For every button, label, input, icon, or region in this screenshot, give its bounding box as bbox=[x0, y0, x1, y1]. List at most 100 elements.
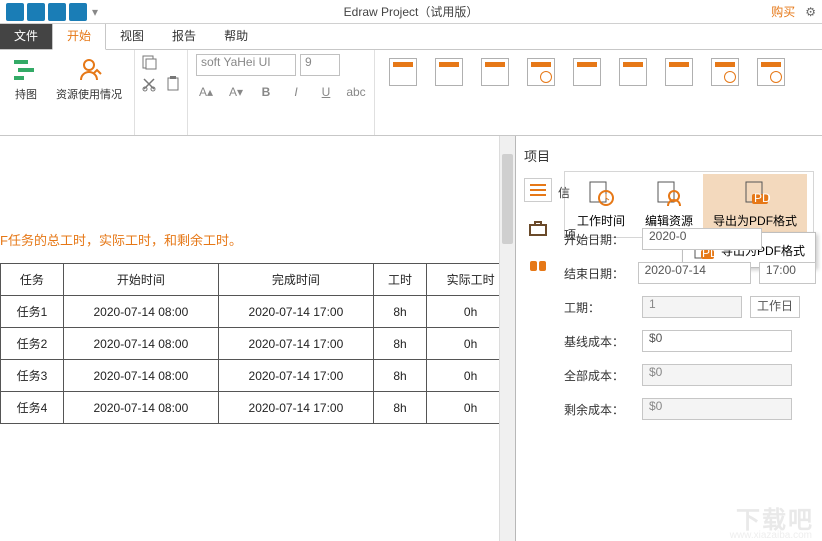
resource-usage-button[interactable]: 资源使用情况 bbox=[52, 54, 126, 104]
end-date-label: 结束日期： bbox=[564, 265, 630, 282]
table-cell: 2020-07-14 08:00 bbox=[63, 392, 218, 424]
baseline-cost-label: 基线成本： bbox=[564, 333, 634, 350]
resource-usage-label: 资源使用情况 bbox=[56, 86, 122, 102]
gantt-label: 持图 bbox=[15, 86, 37, 102]
exportpdf-label: 导出为PDF格式 bbox=[713, 212, 797, 229]
report-caption: F任务的总工时，实际工时，和剩余工时。 bbox=[0, 136, 515, 263]
ribbon: 持图 资源使用情况 soft YaHei UI 9 A▴ A▾ B I U ab… bbox=[0, 50, 822, 136]
tab-report[interactable]: 报告 bbox=[158, 22, 210, 49]
tab-home[interactable]: 开始 bbox=[52, 21, 106, 50]
start-date-input[interactable]: 2020-0 bbox=[642, 228, 762, 250]
copy-icon[interactable] bbox=[141, 54, 157, 70]
baseline-cost-input[interactable]: $0 bbox=[642, 330, 792, 352]
duration-label: 工期： bbox=[564, 299, 634, 316]
info-label: 信 bbox=[558, 184, 570, 201]
project-panel: 项目 信 项 工作时间 编辑资源 PDF 导出为PDF格式 PDF 导出为PD bbox=[516, 136, 822, 541]
exportpdf-button[interactable]: PDF 导出为PDF格式 bbox=[703, 174, 807, 235]
project-form: 开始日期： 2020-0 结束日期： 2020-07-14 17:00 工期： … bbox=[564, 228, 816, 432]
tab-file[interactable]: 文件 bbox=[0, 22, 52, 49]
gallery-item-4[interactable] bbox=[527, 58, 555, 86]
table-row: 任务42020-07-14 08:002020-07-14 17:008h0h bbox=[1, 392, 515, 424]
editres-button[interactable]: 编辑资源 bbox=[635, 174, 703, 235]
gantt-button[interactable]: 持图 bbox=[8, 54, 44, 104]
table-cell: 2020-07-14 17:00 bbox=[218, 296, 373, 328]
gallery-item-1[interactable] bbox=[389, 58, 417, 86]
qat-undo-icon[interactable] bbox=[27, 3, 45, 21]
cut-icon[interactable] bbox=[141, 76, 157, 92]
panel-title: 项目 bbox=[516, 136, 822, 171]
table-header: 任务 bbox=[1, 264, 64, 296]
table-cell: 2020-07-14 17:00 bbox=[218, 328, 373, 360]
paste-icon[interactable] bbox=[165, 76, 181, 92]
person-doc-icon bbox=[654, 180, 684, 208]
bold-icon[interactable]: B bbox=[256, 82, 276, 102]
sidetab-link[interactable] bbox=[524, 254, 552, 278]
table-row: 任务32020-07-14 08:002020-07-14 17:008h0h bbox=[1, 360, 515, 392]
end-time-input[interactable]: 17:00 bbox=[759, 262, 816, 284]
qat-redo-icon[interactable] bbox=[48, 3, 66, 21]
table-cell: 2020-07-14 08:00 bbox=[63, 328, 218, 360]
gallery-item-7[interactable] bbox=[665, 58, 693, 86]
settings-gear-icon[interactable]: ⚙ bbox=[805, 5, 816, 19]
total-cost-label: 全部成本： bbox=[564, 367, 634, 384]
strike-icon[interactable]: abc bbox=[346, 82, 366, 102]
resource-usage-icon bbox=[75, 56, 103, 84]
sidetab-briefcase[interactable] bbox=[524, 216, 552, 240]
table-cell: 8h bbox=[373, 392, 426, 424]
vertical-scrollbar[interactable] bbox=[499, 136, 515, 541]
font-name-select[interactable]: soft YaHei UI bbox=[196, 54, 296, 76]
table-cell: 2020-07-14 17:00 bbox=[218, 360, 373, 392]
workspace: F任务的总工时，实际工时，和剩余工时。 任务开始时间完成时间工时实际工时 任务1… bbox=[0, 136, 822, 541]
end-date-input[interactable]: 2020-07-14 bbox=[638, 262, 751, 284]
ribbon-tabs: 文件 开始 视图 报告 帮助 bbox=[0, 24, 822, 50]
worktime-label: 工作时间 bbox=[577, 212, 625, 229]
qat-dropdown-icon[interactable]: ▾ bbox=[92, 5, 98, 19]
gantt-icon bbox=[12, 56, 40, 84]
sidetab-info[interactable] bbox=[524, 178, 552, 202]
task-table: 任务开始时间完成时间工时实际工时 任务12020-07-14 08:002020… bbox=[0, 263, 515, 424]
clipboard-group bbox=[135, 50, 188, 135]
decrease-font-icon[interactable]: A▾ bbox=[226, 82, 246, 102]
underline-icon[interactable]: U bbox=[316, 82, 336, 102]
table-cell: 2020-07-14 08:00 bbox=[63, 296, 218, 328]
qat-save-icon[interactable] bbox=[6, 3, 24, 21]
table-cell: 任务3 bbox=[1, 360, 64, 392]
remain-cost-input: $0 bbox=[642, 398, 792, 420]
total-cost-input: $0 bbox=[642, 364, 792, 386]
table-cell: 任务1 bbox=[1, 296, 64, 328]
gallery-item-6[interactable] bbox=[619, 58, 647, 86]
table-cell: 8h bbox=[373, 328, 426, 360]
gallery-item-9[interactable] bbox=[757, 58, 785, 86]
qat-print-icon[interactable] bbox=[69, 3, 87, 21]
table-cell: 8h bbox=[373, 360, 426, 392]
watermark-url: www.xiazaiba.com bbox=[730, 530, 812, 541]
table-header: 工时 bbox=[373, 264, 426, 296]
view-gallery bbox=[375, 50, 799, 135]
svg-text:PDF: PDF bbox=[754, 191, 770, 205]
tab-help[interactable]: 帮助 bbox=[210, 22, 262, 49]
table-cell: 2020-07-14 08:00 bbox=[63, 360, 218, 392]
gallery-item-8[interactable] bbox=[711, 58, 739, 86]
gallery-item-5[interactable] bbox=[573, 58, 601, 86]
font-size-select[interactable]: 9 bbox=[300, 54, 340, 76]
table-cell: 2020-07-14 17:00 bbox=[218, 392, 373, 424]
editres-label: 编辑资源 bbox=[645, 212, 693, 229]
gallery-item-2[interactable] bbox=[435, 58, 463, 86]
buy-link[interactable]: 购买 bbox=[771, 3, 795, 20]
remain-cost-label: 剩余成本： bbox=[564, 401, 634, 418]
duration-unit[interactable]: 工作日 bbox=[750, 296, 800, 318]
tab-view[interactable]: 视图 bbox=[106, 22, 158, 49]
gallery-item-3[interactable] bbox=[481, 58, 509, 86]
pdf-export-icon: PDF bbox=[740, 180, 770, 208]
italic-icon[interactable]: I bbox=[286, 82, 306, 102]
increase-font-icon[interactable]: A▴ bbox=[196, 82, 216, 102]
duration-input[interactable]: 1 bbox=[642, 296, 742, 318]
table-cell: 任务4 bbox=[1, 392, 64, 424]
table-header: 开始时间 bbox=[63, 264, 218, 296]
start-date-label: 开始日期： bbox=[564, 231, 634, 248]
table-cell: 任务2 bbox=[1, 328, 64, 360]
worktime-button[interactable]: 工作时间 bbox=[567, 174, 635, 235]
table-header: 完成时间 bbox=[218, 264, 373, 296]
table-cell: 8h bbox=[373, 296, 426, 328]
scrollbar-thumb[interactable] bbox=[502, 154, 513, 244]
